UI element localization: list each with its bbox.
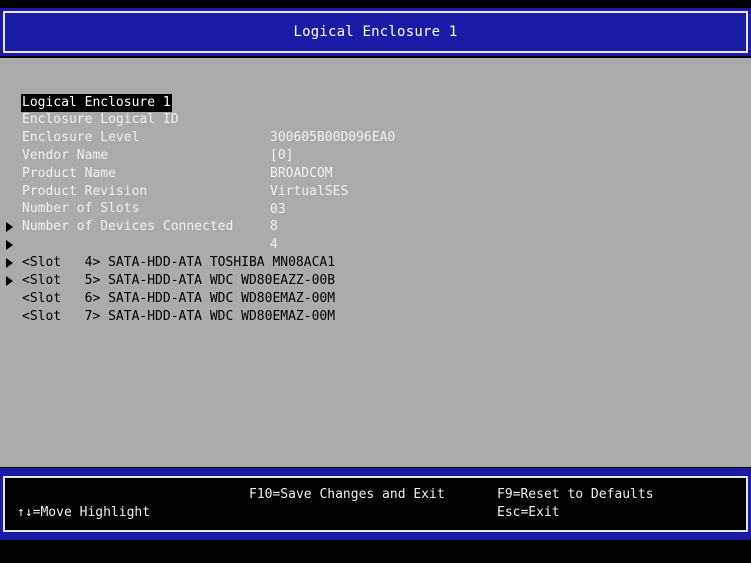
header-bar: Logical Enclosure 1 <box>0 8 751 56</box>
field-row-enclosure-logical-id: Enclosure Logical ID 300605B00D096EA0 <box>0 93 395 145</box>
field-value: 03 <box>270 202 286 217</box>
field-value: 4 <box>270 237 278 252</box>
bios-screen: Logical Enclosure 1 Logical Enclosure 1 … <box>0 0 751 563</box>
field-value: VirtualSES <box>270 184 349 199</box>
reset-defaults-hint: F9=Reset to Defaults <box>497 487 654 502</box>
field-value: 8 <box>270 219 278 234</box>
slot-item-6[interactable]: <Slot 6> SATA-HDD-ATA WDC WD80EMAZ-00M <box>0 254 335 306</box>
submenu-arrow-icon <box>6 276 13 286</box>
field-value: BROADCOM <box>270 166 333 181</box>
slot-item-label[interactable]: <Slot 5> SATA-HDD-ATA WDC WD80EAZZ-00B <box>22 272 335 290</box>
field-row-product-name: Product Name VirtualSES <box>0 147 348 199</box>
field-row-vendor-name: Vendor Name BROADCOM <box>0 129 333 181</box>
field-label: Number of Devices Connected <box>22 219 234 234</box>
content-panel: Logical Enclosure 1 Enclosure Logical ID… <box>0 58 751 467</box>
field-value: [0] <box>270 148 294 163</box>
enclosure-heading-row[interactable]: Logical Enclosure 1 <box>0 76 172 112</box>
slot-item-label[interactable]: <Slot 6> SATA-HDD-ATA WDC WD80EMAZ-00M <box>22 290 335 308</box>
submenu-arrow-icon <box>6 222 13 232</box>
save-exit-hint: F10=Save Changes and Exit <box>249 487 445 502</box>
slot-item-7[interactable]: <Slot 7> SATA-HDD-ATA WDC WD80EMAZ-00M <box>0 272 335 324</box>
slot-item-label[interactable]: <Slot 7> SATA-HDD-ATA WDC WD80EMAZ-00M <box>22 308 335 326</box>
slot-item-label[interactable]: <Slot 4> SATA-HDD-ATA TOSHIBA MN08ACA1 <box>22 254 335 272</box>
move-highlight-hint: ↑↓=Move Highlight <box>17 505 151 520</box>
slot-item-5[interactable]: <Slot 5> SATA-HDD-ATA WDC WD80EAZZ-00B <box>0 236 335 288</box>
field-row-number-of-slots: Number of Slots 8 <box>0 182 278 234</box>
field-row-devices-connected: Number of Devices Connected 4 <box>0 200 278 252</box>
field-value: 300605B00D096EA0 <box>270 130 396 145</box>
esc-exit-hint: Esc=Exit <box>497 505 560 520</box>
field-row-enclosure-level: Enclosure Level [0] <box>0 111 293 163</box>
footer-bar: F10=Save Changes and Exit F9=Reset to De… <box>0 468 751 540</box>
slot-item-4[interactable]: <Slot 4> SATA-HDD-ATA TOSHIBA MN08ACA1 <box>0 218 335 270</box>
field-row-product-revision: Product Revision 03 <box>0 165 286 217</box>
submenu-arrow-icon <box>6 240 13 250</box>
header-frame: Logical Enclosure 1 <box>3 11 748 53</box>
key-help-panel: F10=Save Changes and Exit F9=Reset to De… <box>3 476 748 532</box>
submenu-arrow-icon <box>6 258 13 268</box>
page-title: Logical Enclosure 1 <box>293 24 458 40</box>
